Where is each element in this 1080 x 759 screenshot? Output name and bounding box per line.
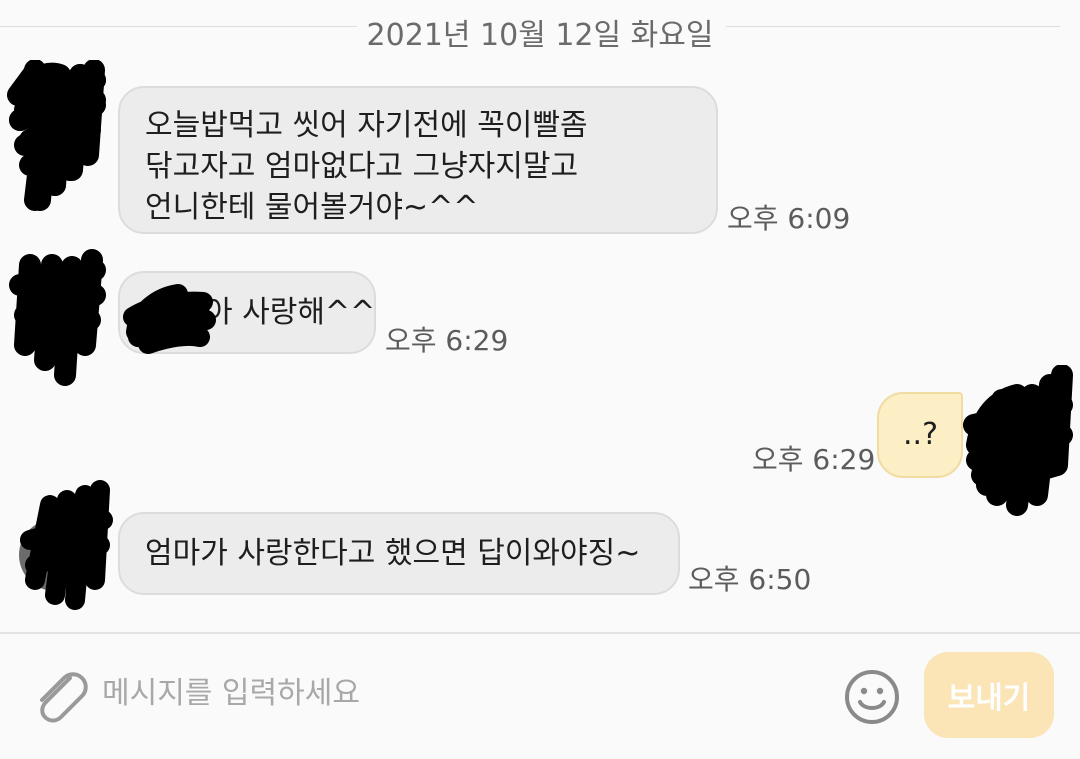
smiley-icon[interactable]: [843, 668, 901, 726]
message-timestamp: 오후 6:29: [385, 324, 509, 357]
message-timestamp: 오후 6:50: [688, 563, 812, 596]
message-timestamp: 오후 6:29: [752, 443, 876, 476]
chat-screen: 2021년 10월 12일 화요일 오늘밥먹고 씻어 자기전에 꼭이빨좀 닦고자…: [0, 0, 1080, 759]
message-text-line: 엄마가 사랑한다고 했으면 답이와야징~: [145, 536, 641, 571]
message-text-line: ..?: [903, 417, 938, 452]
avatar-redacted[interactable]: [0, 245, 115, 390]
message-text-line: 아 사랑해^^: [205, 295, 376, 330]
message-input[interactable]: [100, 662, 804, 724]
message-composer: 보내기: [0, 634, 1080, 759]
message-bubble[interactable]: 엄마가 사랑한다고 했으면 답이와야징~: [118, 512, 680, 595]
avatar-redacted[interactable]: [15, 480, 115, 610]
avatar-redacted[interactable]: [0, 60, 115, 220]
redaction-mark: [123, 284, 216, 354]
my-message-bubble[interactable]: ..?: [877, 392, 963, 478]
message-text-line: 오늘밥먹고 씻어 자기전에 꼭이빨좀: [145, 108, 588, 143]
message-timestamp: 오후 6:09: [727, 202, 851, 235]
my-avatar-redacted[interactable]: [962, 365, 1080, 525]
message-bubble[interactable]: 오늘밥먹고 씻어 자기전에 꼭이빨좀 닦고자고 엄마없다고 그냥자지말고 언니한…: [118, 86, 718, 234]
send-button[interactable]: 보내기: [924, 652, 1054, 738]
message-text-line: 닦고자고 엄마없다고 그냥자지말고: [145, 149, 579, 184]
date-separator: 2021년 10월 12일 화요일: [366, 18, 714, 53]
paperclip-icon[interactable]: [30, 664, 90, 724]
message-text-line: 언니한테 물어볼거야~^^: [145, 190, 479, 225]
